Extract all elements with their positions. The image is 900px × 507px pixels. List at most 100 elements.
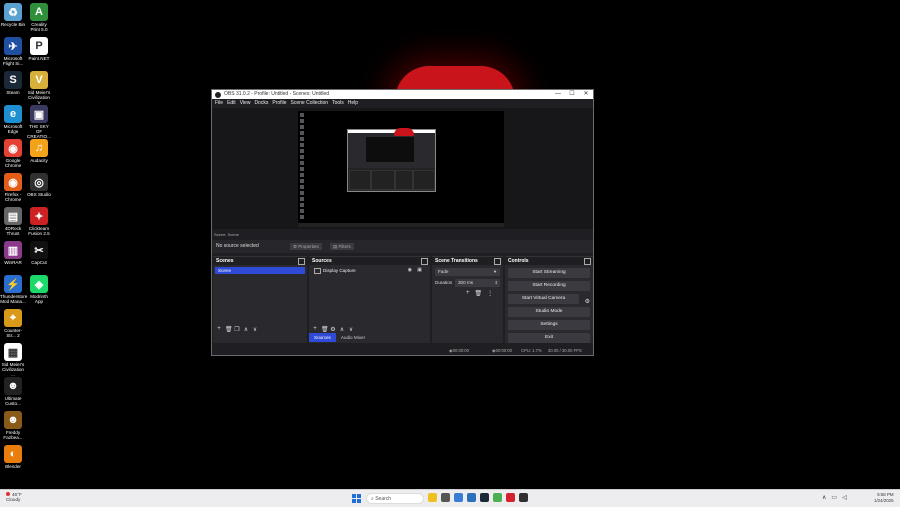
flight-sim-icon: ✈	[4, 37, 22, 55]
desktop-icon-label: Recycle Bin	[0, 22, 26, 27]
add-scene-button[interactable]: +	[216, 326, 222, 333]
desktop-icon[interactable]: ✦ Clickteam Fusion 2.5	[26, 207, 52, 236]
files-icon[interactable]	[454, 493, 463, 502]
desktop-icon[interactable]: ▦ Sid Meier's Civilization ...	[0, 343, 26, 377]
desktop-icon[interactable]: ✈ Microsoft Flight Si...	[0, 37, 26, 66]
menu-file[interactable]: File	[215, 99, 227, 108]
move-source-up-button[interactable]: ∧	[339, 326, 345, 333]
stream-time: ◉ 00:00:00	[449, 348, 469, 353]
move-scene-down-button[interactable]: ∨	[252, 326, 258, 333]
desktop-icon-label: Freddy Fazbea...	[3, 430, 23, 440]
exit-button[interactable]: Exit	[508, 333, 590, 343]
desktop-icon[interactable]: P Paint.NET	[26, 37, 52, 61]
settings-button[interactable]: Settings	[508, 320, 590, 330]
clock[interactable]: 5:58 PM 1/24/2025	[874, 492, 894, 503]
desktop-icon[interactable]: ◉ Firefox - Chrome	[0, 173, 26, 202]
minecraft-icon[interactable]	[493, 493, 502, 502]
maximize-button[interactable]: ☐	[565, 90, 579, 99]
scene-filters-button[interactable]: ❐	[234, 326, 240, 333]
4drock-icon: ▤	[4, 207, 22, 225]
widgets-icon[interactable]	[441, 493, 450, 502]
undock-icon[interactable]	[298, 258, 305, 265]
opera-icon[interactable]	[506, 493, 515, 502]
scene-selector[interactable]: Scene: Scene	[214, 232, 239, 237]
tab-sources[interactable]: Sources	[309, 333, 336, 342]
desktop-icon[interactable]: ⌖ Counter-Str... 2	[0, 309, 26, 338]
store-icon[interactable]	[467, 493, 476, 502]
desktop-icon[interactable]: S Steam	[0, 71, 26, 95]
filters-button[interactable]: ▤ Filters	[330, 243, 354, 250]
desktop-icon[interactable]: ✂ CapCut	[26, 241, 52, 265]
menu-view[interactable]: View	[240, 99, 255, 108]
creality-icon: A	[30, 3, 48, 21]
remove-scene-button[interactable]: 🗑	[225, 326, 233, 333]
properties-button[interactable]: ⚙ Properties	[290, 243, 322, 250]
chrome-icon: ◉	[4, 139, 22, 157]
paintnet-icon: P	[30, 37, 48, 55]
studio-mode-button[interactable]: Studio Mode	[508, 307, 590, 317]
preview-taskbar	[298, 223, 504, 227]
visibility-eye-icon[interactable]: ◉	[408, 267, 412, 274]
desktop-icon[interactable]: ◉ Google Chrome	[0, 139, 26, 168]
add-source-button[interactable]: +	[312, 326, 318, 333]
undock-icon[interactable]	[421, 258, 428, 265]
undock-icon[interactable]	[494, 258, 501, 265]
desktop-icon[interactable]: ▤ 4DRock Thrust	[0, 207, 26, 236]
menu-tools[interactable]: Tools	[332, 99, 348, 108]
start-recording-button[interactable]: Start Recording	[508, 281, 590, 291]
remove-transition-button[interactable]: 🗑	[475, 290, 483, 297]
transition-menu-button[interactable]: ⋮	[487, 290, 493, 297]
desktop-icon[interactable]: e Microsoft Edge	[0, 105, 26, 134]
undock-icon[interactable]	[584, 258, 591, 265]
menu-docks[interactable]: Docks	[254, 99, 272, 108]
desktop-icon[interactable]: ⚡ Thunderstore Mod Mana...	[0, 275, 27, 304]
desktop: ♻ Recycle Bin A Creality Print 5.0 ✈ Microsof…	[0, 0, 900, 489]
close-button[interactable]: ✕	[579, 90, 593, 99]
desktop-icon[interactable]: ▣ THE SKY OF CREATIO...	[26, 105, 52, 139]
lock-icon[interactable]: ▣	[417, 267, 422, 274]
desktop-icon[interactable]: ◐ Blender	[0, 445, 26, 469]
menu-edit[interactable]: Edit	[227, 99, 240, 108]
duration-input[interactable]: 300 ms ⇕	[455, 279, 500, 287]
gear-icon[interactable]: ⚙	[585, 298, 590, 305]
network-icon[interactable]: ▭	[831, 494, 837, 501]
desktop-icon[interactable]: V Sid Meier's Civilization V	[26, 71, 52, 105]
start-streaming-button[interactable]: Start Streaming	[508, 268, 590, 278]
desktop-icon[interactable]: ☻ Freddy Fazbea...	[0, 411, 26, 440]
obs-logo-icon	[215, 91, 221, 98]
explorer-icon[interactable]	[428, 493, 437, 502]
tab-audio-mixer[interactable]: Audio Mixer	[335, 333, 371, 342]
desktop-icon[interactable]: ☻ Ultimate Custo...	[0, 377, 26, 406]
desktop-icon[interactable]: ♻ Recycle Bin	[0, 3, 26, 27]
desktop-icon-label: CapCut	[31, 260, 47, 265]
scene-item[interactable]: Scene	[215, 267, 305, 274]
start-virtual-camera-button[interactable]: Start Virtual Camera	[508, 294, 579, 304]
add-transition-button[interactable]: +	[466, 290, 470, 297]
start-button[interactable]	[352, 494, 361, 503]
taskbar-search[interactable]: ⌕ Search	[366, 493, 424, 504]
minimize-button[interactable]: —	[551, 90, 565, 99]
spinner-icon[interactable]: ⇕	[495, 279, 498, 287]
program-preview[interactable]	[298, 111, 504, 227]
desktop-icon[interactable]: ◎ OBS Studio	[26, 173, 52, 197]
volume-icon[interactable]: ◁	[842, 494, 847, 501]
desktop-icon[interactable]: ♫ Audacity	[26, 139, 52, 163]
source-properties-button[interactable]: ⚙	[330, 326, 336, 333]
menu-scene-collection[interactable]: Scene Collection	[291, 99, 333, 108]
move-source-down-button[interactable]: ∨	[348, 326, 354, 333]
winrar-icon: ▥	[4, 241, 22, 259]
desktop-icon[interactable]: A Creality Print 5.0	[26, 3, 52, 32]
weather-widget[interactable]: 46°F Cloudy	[6, 492, 22, 502]
steam-task-icon[interactable]	[480, 493, 489, 502]
transition-select[interactable]: Fade ▼	[435, 268, 500, 276]
chevron-up-icon[interactable]: ∧	[822, 494, 826, 501]
desktop-icon[interactable]: ◈ Modrinth App	[26, 275, 52, 304]
remove-source-button[interactable]: 🗑	[321, 326, 329, 333]
menu-help[interactable]: Help	[348, 99, 362, 108]
obs-task-icon[interactable]	[519, 493, 528, 502]
source-item[interactable]: Display Capture ◉ ▣	[311, 267, 428, 274]
menu-profile[interactable]: Profile	[272, 99, 290, 108]
move-scene-up-button[interactable]: ∧	[243, 326, 249, 333]
title-bar: OBS 31.0.2 - Profile: Untitled - Scenes:…	[212, 90, 593, 99]
desktop-icon[interactable]: ▥ WinRAR	[0, 241, 26, 265]
